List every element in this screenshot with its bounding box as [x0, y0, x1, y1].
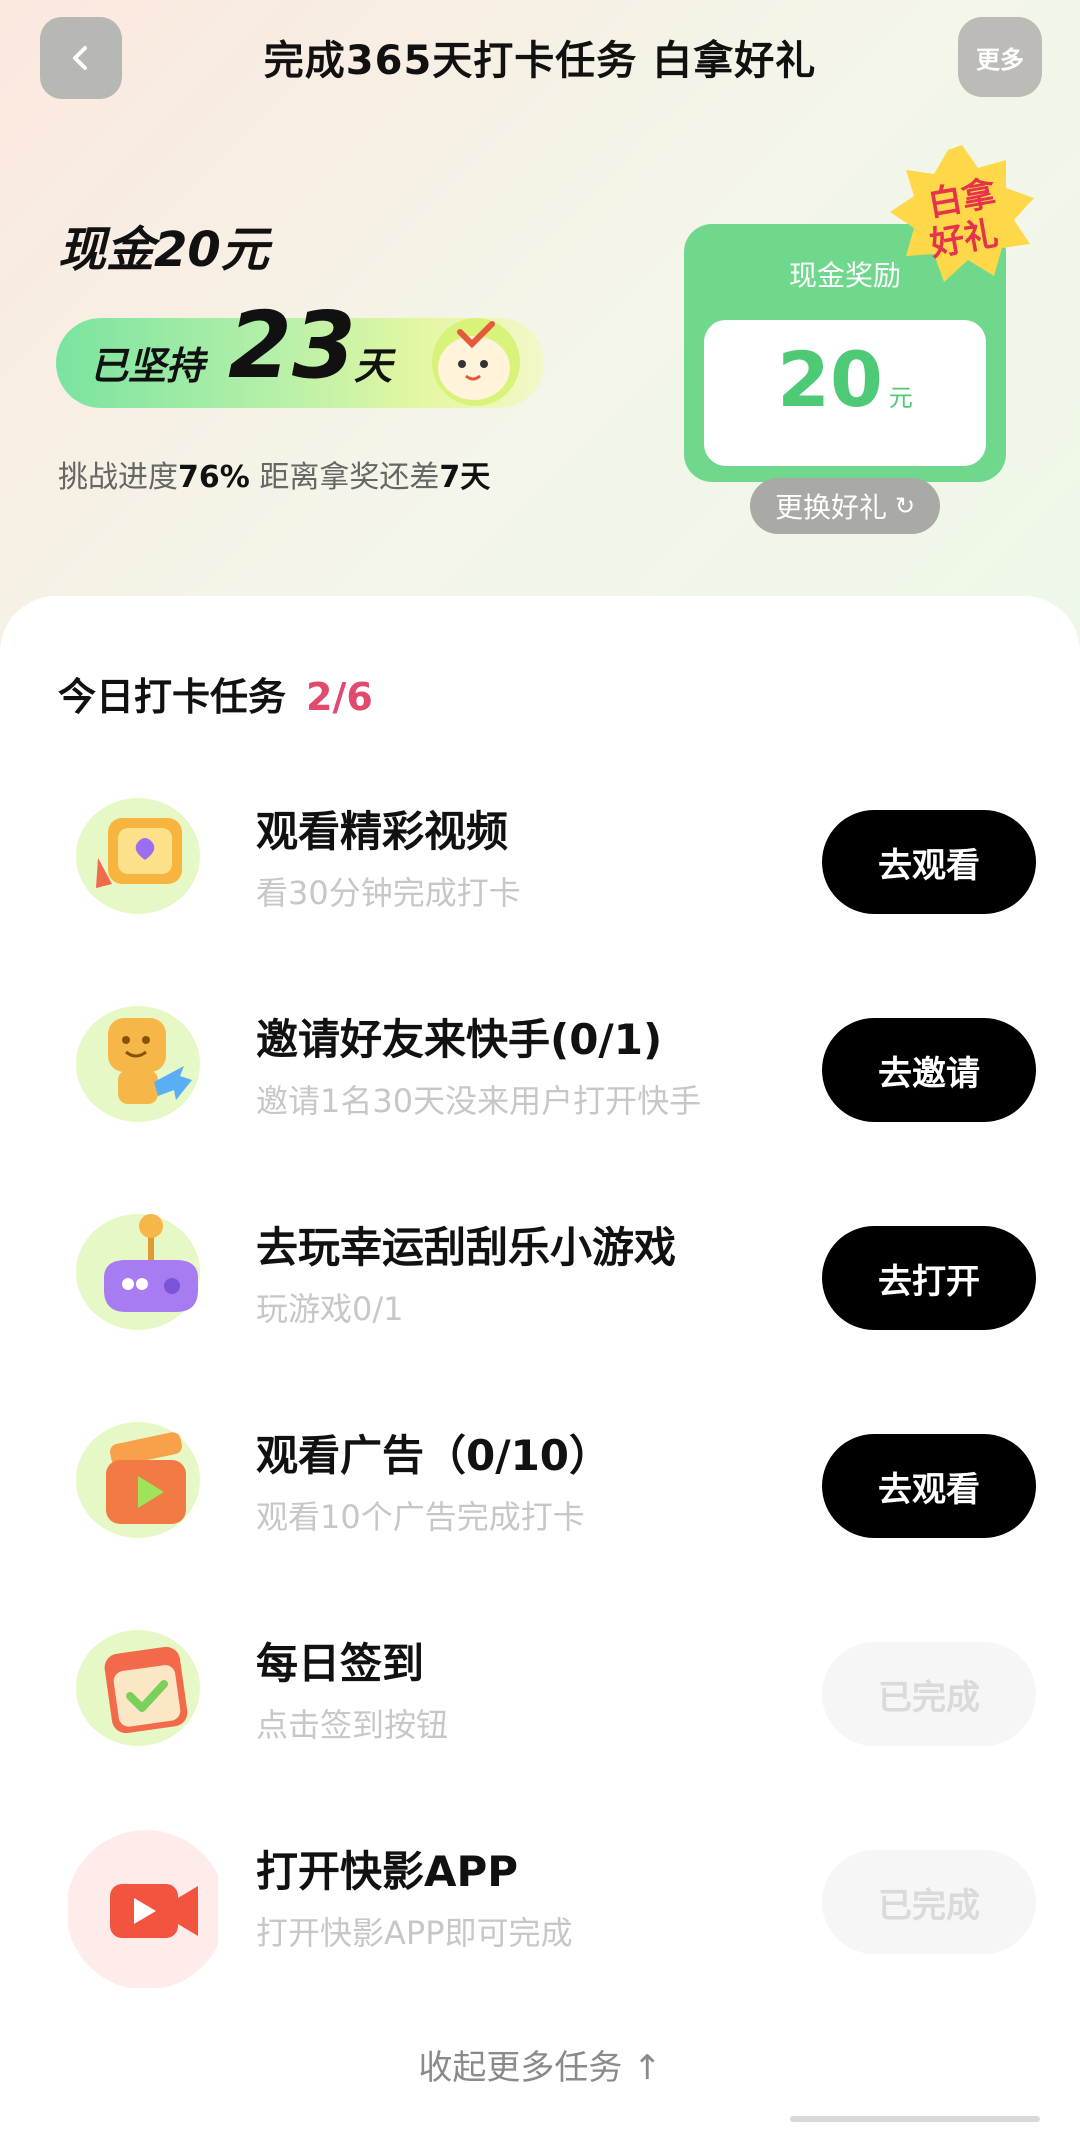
task-action-button[interactable]: 去观看	[822, 1434, 1036, 1538]
progress-label: 挑战进度	[58, 460, 178, 495]
task-completed-button: 已完成	[822, 1850, 1036, 1954]
task-title: 观看广告（0/10）	[256, 1431, 612, 1480]
remaining-value: 7天	[439, 460, 491, 495]
video-tv-icon	[68, 788, 218, 918]
streak-suffix: 天	[354, 344, 393, 388]
calendar-check-icon	[68, 1620, 218, 1750]
change-gift-button[interactable]: 更换好礼 ↻	[750, 478, 940, 534]
task-subtitle: 邀请1名30天没来用户打开快手	[256, 1082, 702, 1120]
task-subtitle: 点击签到按钮	[256, 1706, 449, 1744]
task-completed-button: 已完成	[822, 1642, 1036, 1746]
invite-friend-icon	[68, 996, 218, 1126]
collapse-tasks-link[interactable]: 收起更多任务 ↑	[0, 2040, 1080, 2089]
task-panel-title: 今日打卡任务 2/6	[58, 666, 373, 721]
task-row: 每日签到 点击签到按钮 已完成	[0, 1592, 1080, 1792]
home-indicator	[790, 2116, 1040, 2122]
cash-title: 现金20元	[58, 222, 269, 278]
task-action-button[interactable]: 去观看	[822, 810, 1036, 914]
ad-play-icon	[68, 1412, 218, 1542]
task-subtitle: 观看10个广告完成打卡	[256, 1498, 585, 1536]
task-row: 观看精彩视频 看30分钟完成打卡 去观看	[0, 760, 1080, 960]
task-row: 打开快影APP 打开快影APP即可完成 已完成	[0, 1800, 1080, 2000]
more-button[interactable]: 更多	[958, 17, 1042, 97]
task-subtitle: 打开快影APP即可完成	[256, 1914, 573, 1952]
free-gift-badge: 白拿 好礼	[882, 140, 1042, 290]
streak-days: 23	[228, 292, 357, 399]
task-row: 去玩幸运刮刮乐小游戏 玩游戏0/1 去打开	[0, 1176, 1080, 1376]
reward-unit: 元	[888, 384, 913, 412]
remaining-label: 距离拿奖还差	[249, 460, 440, 495]
task-count: 2/6	[306, 675, 373, 719]
task-title: 去玩幸运刮刮乐小游戏	[256, 1223, 677, 1272]
reward-value: 20	[777, 335, 883, 424]
progress-text: 挑战进度76% 距离拿奖还差7天	[58, 452, 490, 496]
task-action-button[interactable]: 去邀请	[822, 1018, 1036, 1122]
task-title: 观看精彩视频	[256, 807, 509, 856]
task-row: 邀请好友来快手(0/1) 邀请1名30天没来用户打开快手 去邀请	[0, 968, 1080, 1168]
progress-value: 76%	[178, 460, 250, 495]
joystick-icon	[68, 1204, 218, 1334]
streak-prefix: 已坚持	[90, 344, 205, 388]
video-camera-icon	[66, 1828, 226, 1990]
task-subtitle: 玩游戏0/1	[256, 1290, 404, 1328]
reward-amount-box: 20 元	[704, 320, 986, 466]
refresh-icon: ↻	[894, 492, 916, 520]
mascot-icon	[416, 310, 536, 410]
task-title: 打开快影APP	[256, 1847, 519, 1896]
task-panel-label: 今日打卡任务	[58, 675, 287, 719]
change-gift-label: 更换好礼	[774, 491, 887, 524]
task-title: 邀请好友来快手(0/1)	[256, 1015, 663, 1064]
task-row: 观看广告（0/10） 观看10个广告完成打卡 去观看	[0, 1384, 1080, 1584]
task-action-button[interactable]: 去打开	[822, 1226, 1036, 1330]
page-title: 完成365天打卡任务 白拿好礼	[263, 38, 817, 84]
task-subtitle: 看30分钟完成打卡	[256, 874, 521, 912]
task-title: 每日签到	[256, 1639, 425, 1688]
